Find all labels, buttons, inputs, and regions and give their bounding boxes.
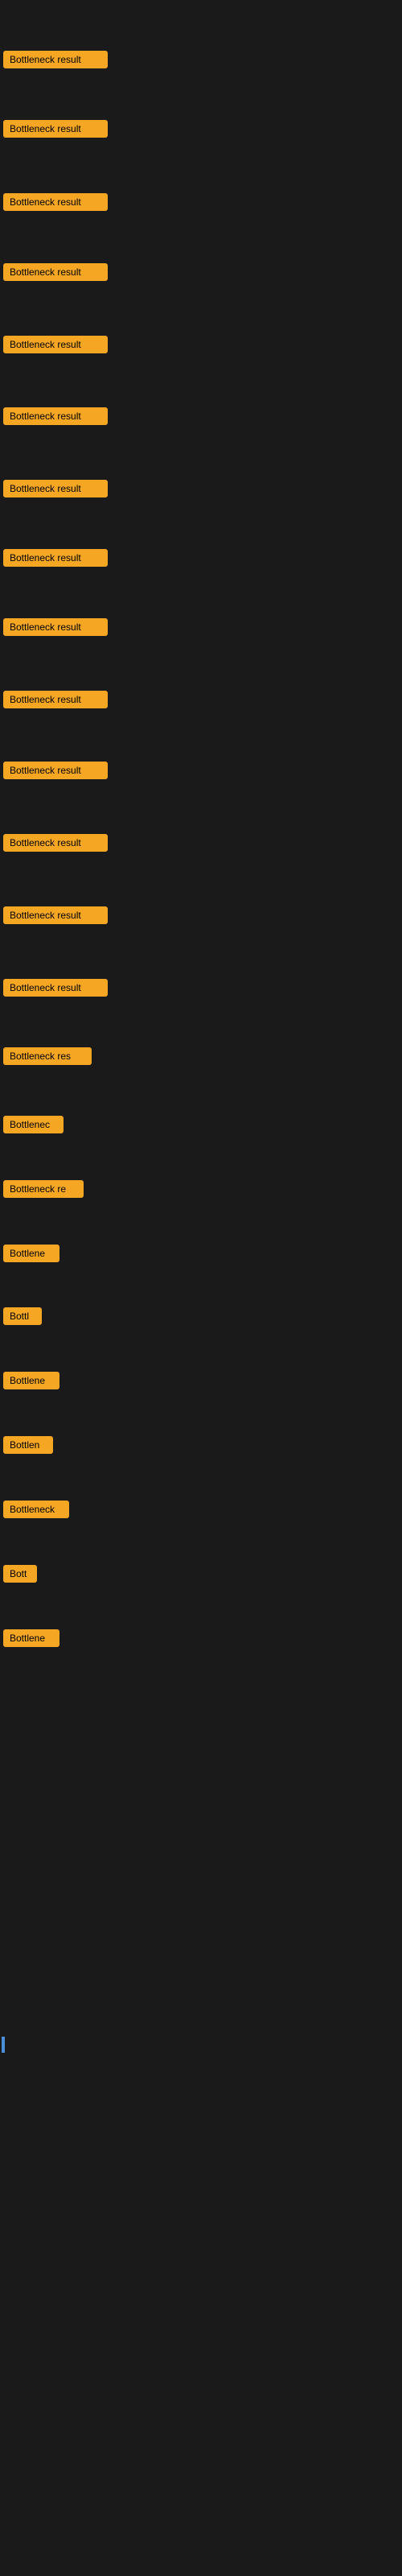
list-item: Bottleneck result — [0, 46, 111, 77]
bottleneck-badge[interactable]: Bottlenec — [3, 1116, 64, 1133]
bottleneck-badge[interactable]: Bottleneck result — [3, 834, 108, 852]
list-item: Bottlen — [0, 1431, 56, 1463]
list-item: Bottleneck result — [0, 544, 111, 576]
list-item: Bottlene — [0, 1367, 63, 1398]
list-item: Bottleneck result — [0, 115, 111, 147]
bottleneck-badge[interactable]: Bottleneck res — [3, 1047, 92, 1065]
bottleneck-badge[interactable]: Bottleneck result — [3, 336, 108, 353]
list-item: Bottleneck result — [0, 829, 111, 861]
bottleneck-badge[interactable]: Bottleneck result — [3, 618, 108, 636]
list-item: Bottleneck re — [0, 1175, 87, 1207]
page-wrapper: Bottleneck result Bottleneck result Bottle… — [0, 0, 402, 2576]
list-item: Bottleneck result — [0, 974, 111, 1005]
bottleneck-badge[interactable]: Bottl — [3, 1307, 42, 1325]
list-item: Bottleneck result — [0, 331, 111, 362]
bottleneck-badge[interactable]: Bottleneck result — [3, 51, 108, 68]
list-item: Bottleneck res — [0, 1042, 95, 1074]
bottleneck-badge[interactable]: Bottlene — [3, 1372, 59, 1389]
bottleneck-badge[interactable]: Bottleneck result — [3, 193, 108, 211]
bottleneck-badge[interactable]: Bottleneck result — [3, 906, 108, 924]
list-item: Bottleneck result — [0, 686, 111, 717]
bottleneck-badge[interactable]: Bottleneck result — [3, 979, 108, 997]
bottleneck-badge[interactable]: Bottleneck result — [3, 691, 108, 708]
bottleneck-badge[interactable]: Bottleneck re — [3, 1180, 84, 1198]
list-item: Bottleneck result — [0, 757, 111, 788]
bottleneck-badge[interactable]: Bottleneck result — [3, 549, 108, 567]
bottleneck-badge[interactable]: Bottleneck — [3, 1501, 69, 1518]
bottleneck-badge[interactable]: Bottlene — [3, 1245, 59, 1262]
list-item: Bottlenec — [0, 1111, 67, 1142]
bottleneck-badge[interactable]: Bottleneck result — [3, 480, 108, 497]
list-item: Bottleneck result — [0, 258, 111, 290]
list-item: Bottleneck — [0, 1496, 72, 1527]
bottleneck-badge[interactable]: Bott — [3, 1565, 37, 1583]
bottleneck-badge[interactable]: Bottlene — [3, 1629, 59, 1647]
bottleneck-badge[interactable]: Bottleneck result — [3, 263, 108, 281]
list-item: Bottlene — [0, 1624, 63, 1656]
site-title — [0, 0, 402, 10]
list-item: Bottleneck result — [0, 613, 111, 645]
list-item: Bottleneck result — [0, 188, 111, 220]
list-item: Bottleneck result — [0, 402, 111, 434]
list-item: Bottleneck result — [0, 902, 111, 933]
bottleneck-badge[interactable]: Bottlen — [3, 1436, 53, 1454]
list-item: Bott — [0, 1560, 40, 1591]
list-item: Bottleneck result — [0, 475, 111, 506]
bottleneck-badge[interactable]: Bottleneck result — [3, 120, 108, 138]
bottleneck-badge[interactable]: Bottleneck result — [3, 762, 108, 779]
blue-bar — [2, 2037, 5, 2053]
list-item: Bottl — [0, 1302, 45, 1334]
bottleneck-badge[interactable]: Bottleneck result — [3, 407, 108, 425]
list-item: Bottlene — [0, 1240, 63, 1271]
